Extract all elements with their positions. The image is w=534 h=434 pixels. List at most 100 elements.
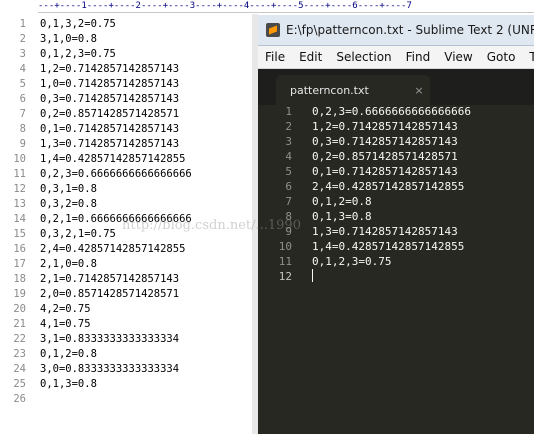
line-number: 8	[19, 123, 26, 135]
menu-find[interactable]: Find	[399, 50, 438, 64]
tab-label: patterncon.txt	[290, 83, 369, 97]
line-number: 3	[19, 48, 26, 60]
background-line-row: 1 0,1,3,2=0.75	[0, 17, 258, 32]
menu-tools[interactable]: T	[522, 50, 534, 64]
editor-line-row: 6 2,4=0.42857142857142855	[258, 179, 534, 194]
background-line-row: 16 2,4=0.42857142857142855	[0, 242, 258, 257]
background-editor: 1 0,1,3,2=0.75 2 3,1,0=0.8 3 0,1,2,3=0.75 4 1,2…	[0, 0, 260, 434]
line-text: 0,1,2,3=0.75	[40, 48, 116, 60]
line-number: 2	[285, 120, 292, 133]
tab-bar: patterncon.txt ×	[258, 69, 534, 105]
background-line-row: 23 0,1,2=0.8	[0, 347, 258, 362]
line-text: 3,0=0.8333333333333334	[40, 363, 180, 375]
background-editor-text-area[interactable]: 1 0,1,3,2=0.75 2 3,1,0=0.8 3 0,1,2,3=0.75 4 1,2…	[0, 17, 258, 407]
line-text: 0,3,1=0.8	[40, 183, 97, 195]
editor-line-row: 9 1,3=0.7142857142857143	[258, 224, 534, 239]
window-title: E:\fp\patterncon.txt - Sublime Text 2 (U…	[286, 23, 534, 37]
line-number: 4	[19, 63, 26, 75]
line-text: 4,2=0.75	[40, 303, 91, 315]
line-text: 2,4=0.42857142857142855	[40, 243, 186, 255]
line-number: 11	[278, 255, 292, 268]
line-text: 1,4=0.42857142857142855	[312, 240, 465, 253]
line-text: 0,3,2,1=0.75	[40, 228, 116, 240]
background-line-row: 13 0,3,2=0.8	[0, 197, 258, 212]
line-number: 24	[13, 363, 26, 375]
line-number: 8	[285, 210, 292, 223]
line-number: 12	[13, 183, 26, 195]
line-number: 7	[19, 108, 26, 120]
line-text: 0,2=0.8571428571428571	[312, 150, 458, 163]
background-line-row: 8 0,1=0.7142857142857143	[0, 122, 258, 137]
background-line-row: 19 2,0=0.8571428571428571	[0, 287, 258, 302]
menu-goto[interactable]: Goto	[480, 50, 523, 64]
line-text: 1,0=0.7142857142857143	[40, 78, 180, 90]
line-text: 0,2,1=0.6666666666666666	[40, 213, 192, 225]
line-text: 0,1,3,2=0.75	[40, 18, 116, 30]
background-line-row: 18 2,1=0.7142857142857143	[0, 272, 258, 287]
menu-view[interactable]: View	[437, 50, 479, 64]
line-number: 15	[13, 228, 26, 240]
line-number: 19	[13, 288, 26, 300]
line-text: 1,3=0.7142857142857143	[40, 138, 180, 150]
background-line-row: 21 4,1=0.75	[0, 317, 258, 332]
line-text: 0,2=0.8571428571428571	[40, 108, 180, 120]
menu-file[interactable]: File	[258, 50, 292, 64]
line-text: 0,1=0.7142857142857143	[312, 165, 458, 178]
background-line-row: 25 0,1,3=0.8	[0, 377, 258, 392]
menu-edit[interactable]: Edit	[292, 50, 329, 64]
line-number: 10	[13, 153, 26, 165]
line-text: 0,2,3=0.6666666666666666	[312, 105, 471, 118]
line-text: 0,1,3=0.8	[40, 378, 97, 390]
line-number: 9	[19, 138, 26, 150]
line-text: 1,4=0.42857142857142855	[40, 153, 186, 165]
line-number: 7	[285, 195, 292, 208]
background-line-row: 7 0,2=0.8571428571428571	[0, 107, 258, 122]
line-text: 1,3=0.7142857142857143	[312, 225, 458, 238]
line-number: 6	[285, 180, 292, 193]
line-text: 2,4=0.42857142857142855	[312, 180, 465, 193]
background-line-row: 26	[0, 392, 258, 407]
text-cursor	[312, 269, 313, 282]
line-text: 0,3=0.7142857142857143	[40, 93, 180, 105]
line-number: 17	[13, 258, 26, 270]
line-text: 0,1,2,3=0.75	[312, 255, 392, 268]
line-number: 11	[13, 168, 26, 180]
menu-bar: File Edit Selection Find View Goto T	[258, 46, 534, 69]
editor-line-row: 7 0,1,2=0.8	[258, 194, 534, 209]
editor-line-row: 4 0,2=0.8571428571428571	[258, 149, 534, 164]
close-icon[interactable]: ×	[408, 84, 430, 97]
line-text: 0,1=0.7142857142857143	[40, 123, 180, 135]
background-line-row: 10 1,4=0.42857142857142855	[0, 152, 258, 167]
editor-line-row: 10 1,4=0.42857142857142855	[258, 239, 534, 254]
background-line-row: 22 3,1=0.8333333333333334	[0, 332, 258, 347]
editor-line-row: 8 0,1,3=0.8	[258, 209, 534, 224]
line-number: 25	[13, 378, 26, 390]
line-number: 12	[278, 270, 292, 283]
editor-line-row: 5 0,1=0.7142857142857143	[258, 164, 534, 179]
line-text: 0,1,3=0.8	[312, 210, 372, 223]
line-number: 26	[13, 393, 26, 405]
line-text: 1,2=0.7142857142857143	[312, 120, 458, 133]
background-line-row: 24 3,0=0.8333333333333334	[0, 362, 258, 377]
line-number: 10	[278, 240, 292, 253]
line-number: 1	[19, 18, 26, 30]
line-number: 5	[19, 78, 26, 90]
editor-text-area[interactable]: 1 0,2,3=0.6666666666666666 2 1,2=0.71428571…	[258, 104, 534, 434]
tab-patterncon[interactable]: patterncon.txt ×	[276, 75, 430, 105]
background-line-row: 20 4,2=0.75	[0, 302, 258, 317]
editor-line-row: 11 0,1,2,3=0.75	[258, 254, 534, 269]
background-line-row: 2 3,1,0=0.8	[0, 32, 258, 47]
background-line-row: 17 2,1,0=0.8	[0, 257, 258, 272]
line-number: 16	[13, 243, 26, 255]
menu-selection[interactable]: Selection	[329, 50, 398, 64]
line-text: 1,2=0.7142857142857143	[40, 63, 180, 75]
background-line-row: 6 0,3=0.7142857142857143	[0, 92, 258, 107]
line-number: 3	[285, 135, 292, 148]
column-ruler: ---+----1----+----2----+----3----+----4-…	[38, 0, 534, 13]
line-number: 22	[13, 333, 26, 345]
title-bar[interactable]: E:\fp\patterncon.txt - Sublime Text 2 (U…	[258, 15, 534, 46]
line-number: 9	[285, 225, 292, 238]
line-text: 3,1,0=0.8	[40, 33, 97, 45]
line-text: 2,1,0=0.8	[40, 258, 97, 270]
editor-line-row: 12	[258, 269, 534, 284]
